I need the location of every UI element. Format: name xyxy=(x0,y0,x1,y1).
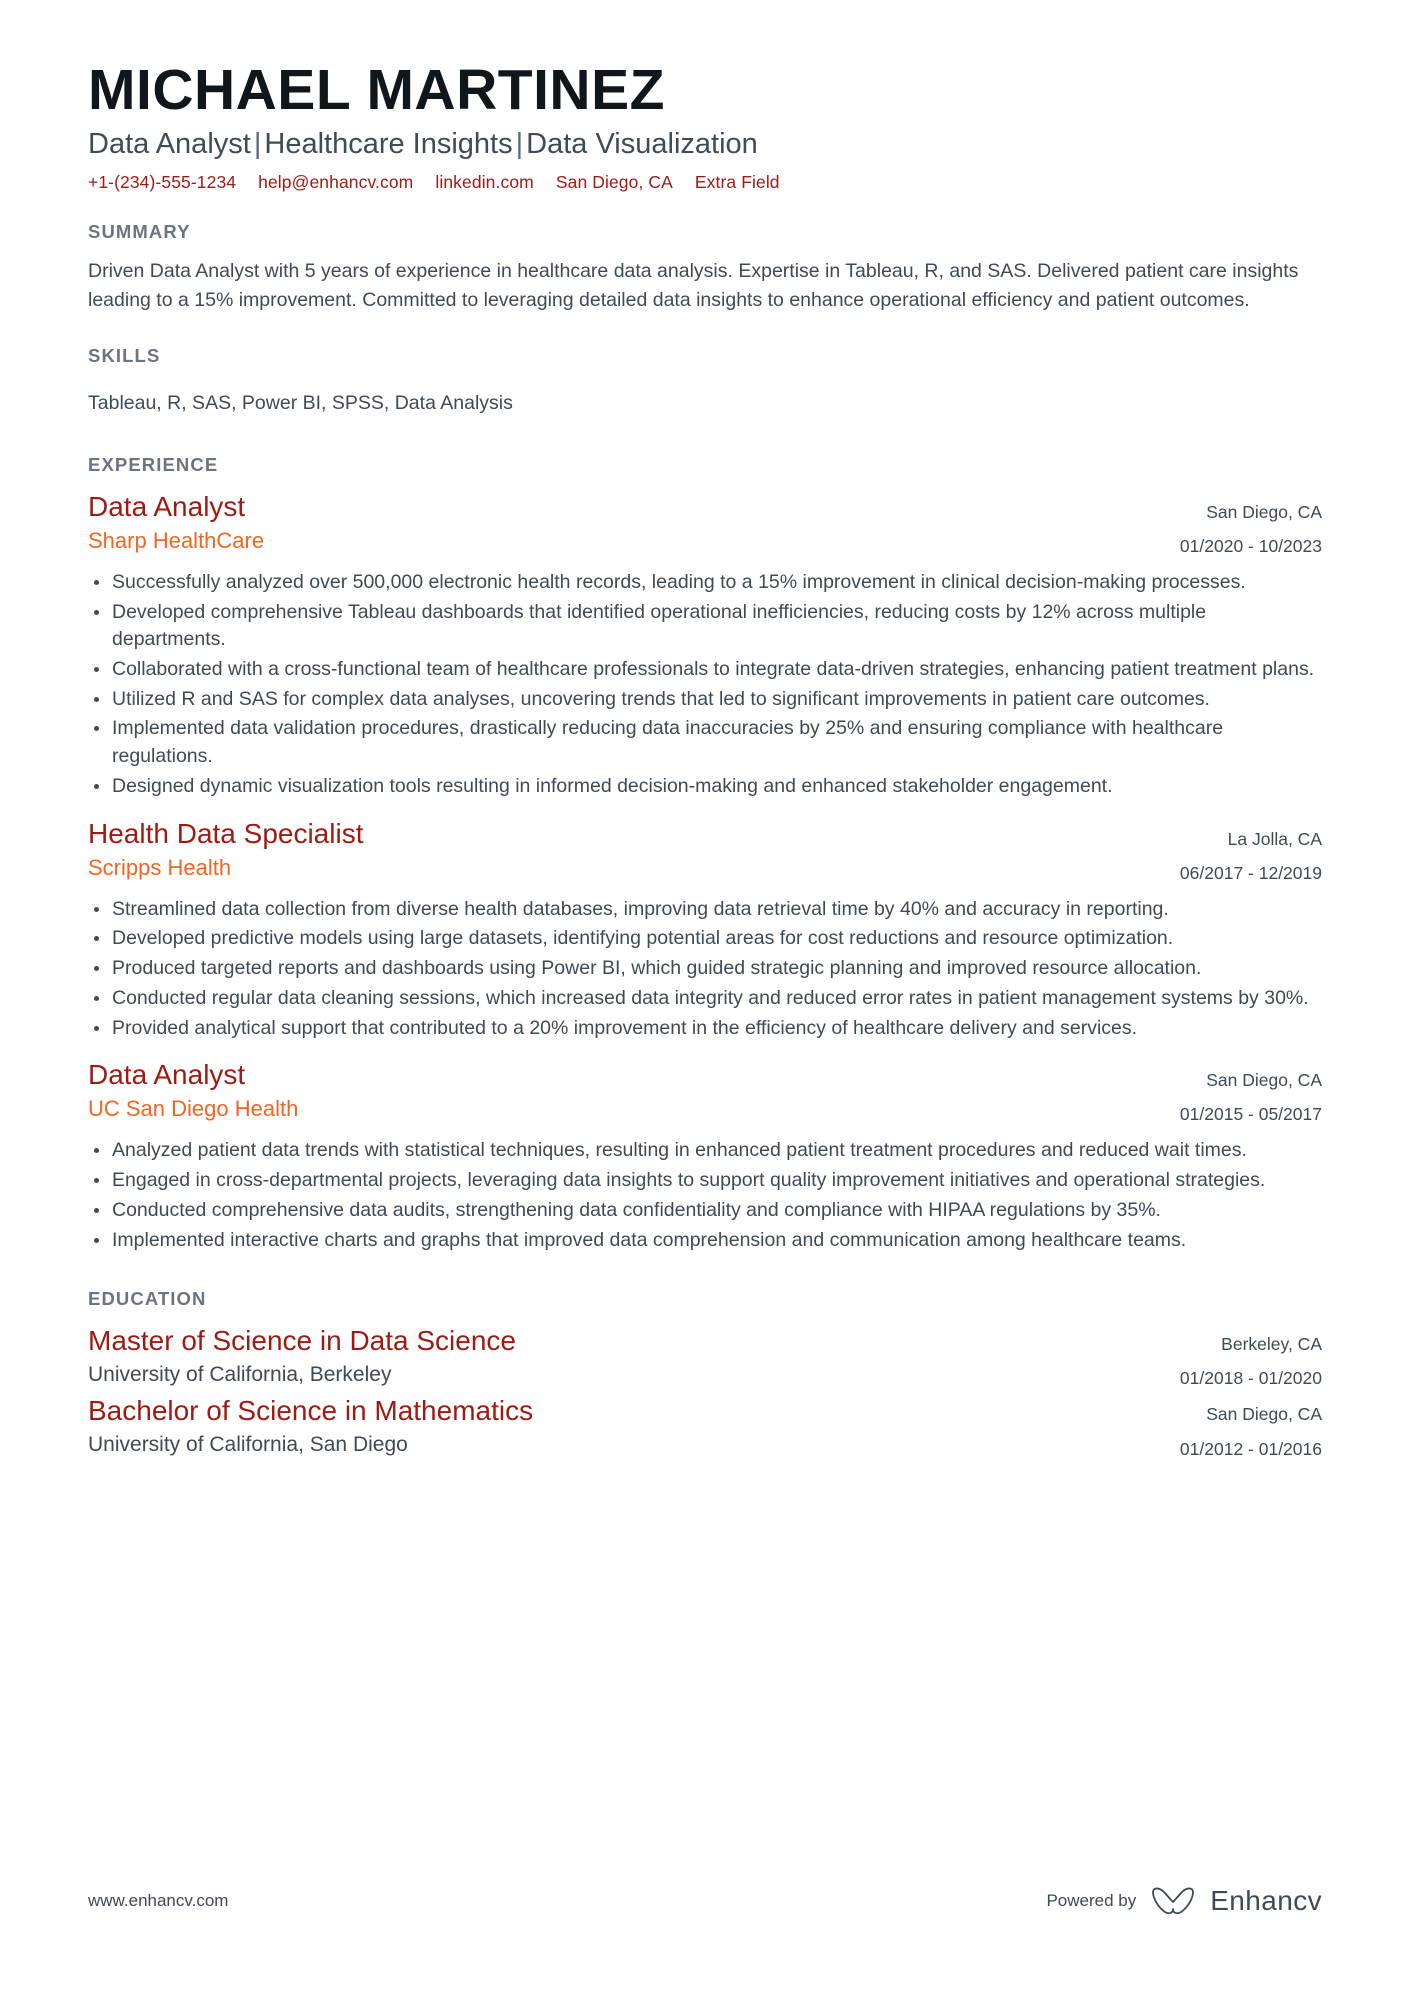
job-bullets: Successfully analyzed over 500,000 elect… xyxy=(88,569,1322,801)
degree-title: Master of Science in Data Science xyxy=(88,1325,516,1357)
job-bullet: Conducted regular data cleaning sessions… xyxy=(88,985,1322,1013)
headline-part-0: Data Analyst xyxy=(88,127,251,160)
education-entry-left: Bachelor of Science in Mathematics Unive… xyxy=(88,1394,1160,1458)
education-entry-left: Master of Science in Data Science Univer… xyxy=(88,1324,1160,1388)
summary-text: Driven Data Analyst with 5 years of expe… xyxy=(88,259,1299,311)
footer-website-url[interactable]: www.enhancv.com xyxy=(88,1891,228,1911)
education-entry-header: Master of Science in Data Science Univer… xyxy=(88,1324,1322,1392)
education-entry-right: Berkeley, CA 01/2018 - 01/2020 xyxy=(1160,1324,1322,1392)
school-dates: 01/2012 - 01/2016 xyxy=(1179,1438,1322,1459)
job-bullets: Analyzed patient data trends with statis… xyxy=(88,1137,1322,1254)
experience-section: EXPERIENCE Data Analyst Sharp HealthCare… xyxy=(88,454,1322,1254)
experience-entry: Data Analyst UC San Diego Health San Die… xyxy=(88,1058,1322,1254)
summary-section: SUMMARY Driven Data Analyst with 5 years… xyxy=(88,221,1322,315)
job-bullet: Engaged in cross-departmental projects, … xyxy=(88,1167,1322,1195)
school-location: San Diego, CA xyxy=(1206,1404,1322,1425)
experience-entry-left: Data Analyst UC San Diego Health xyxy=(88,1058,1160,1122)
job-location: San Diego, CA xyxy=(1206,501,1322,522)
job-dates: 01/2015 - 05/2017 xyxy=(1179,1104,1322,1125)
headline-separator: | xyxy=(515,127,524,160)
headline-part-1: Healthcare Insights xyxy=(264,127,513,160)
experience-entry-header: Health Data Specialist Scripps Health La… xyxy=(88,817,1322,887)
candidate-name: MICHAEL MARTINEZ xyxy=(88,58,665,122)
job-bullet: Streamlined data collection from diverse… xyxy=(88,896,1322,924)
brand-name: Enhancv xyxy=(1210,1885,1322,1916)
contact-linkedin[interactable]: linkedin.com xyxy=(435,172,533,193)
education-entries: Master of Science in Data Science Univer… xyxy=(88,1324,1322,1463)
school-name: University of California, San Diego xyxy=(88,1433,408,1457)
resume-header: MICHAEL MARTINEZ Data Analyst | Healthcare… xyxy=(88,58,1322,193)
job-bullet: Collaborated with a cross-functional tea… xyxy=(88,656,1322,684)
job-title: Data Analyst xyxy=(88,490,246,522)
school-name: University of California, Berkeley xyxy=(88,1363,392,1387)
experience-heading: EXPERIENCE xyxy=(88,453,219,475)
job-bullet: Developed predictive models using large … xyxy=(88,925,1322,953)
education-entry: Master of Science in Data Science Univer… xyxy=(88,1324,1322,1392)
job-bullets: Streamlined data collection from diverse… xyxy=(88,896,1322,1042)
experience-entries: Data Analyst Sharp HealthCare San Diego,… xyxy=(88,490,1322,1254)
job-bullet: Implemented data validation procedures, … xyxy=(88,715,1322,770)
contact-extra-field: Extra Field xyxy=(694,171,780,192)
experience-entry-left: Data Analyst Sharp HealthCare xyxy=(88,490,1160,554)
school-dates: 01/2018 - 01/2020 xyxy=(1179,1368,1322,1389)
school-location: Berkeley, CA xyxy=(1221,1334,1322,1355)
job-bullet: Conducted comprehensive data audits, str… xyxy=(88,1197,1322,1225)
powered-by-label: Powered by xyxy=(1046,1891,1137,1910)
education-entry: Bachelor of Science in Mathematics Unive… xyxy=(88,1394,1322,1462)
skills-heading: SKILLS xyxy=(88,344,161,366)
job-company: Sharp HealthCare xyxy=(88,527,265,553)
headline-part-2: Data Visualization xyxy=(526,127,758,160)
skills-section: SKILLS Tableau, R, SAS, Power BI, SPSS, … xyxy=(88,345,1322,418)
job-bullet: Designed dynamic visualization tools res… xyxy=(88,773,1322,801)
headline-separator: | xyxy=(253,127,262,160)
skills-text: Tableau, R, SAS, Power BI, SPSS, Data An… xyxy=(88,391,513,414)
job-bullet: Implemented interactive charts and graph… xyxy=(88,1227,1322,1255)
experience-entry-left: Health Data Specialist Scripps Health xyxy=(88,817,1160,881)
experience-entry-right: San Diego, CA 01/2020 - 10/2023 xyxy=(1160,490,1322,560)
education-heading: EDUCATION xyxy=(88,1288,207,1310)
enhancv-logo-icon xyxy=(1150,1886,1196,1916)
job-dates: 01/2020 - 10/2023 xyxy=(1179,535,1322,556)
job-bullet: Provided analytical support that contrib… xyxy=(88,1015,1322,1043)
job-location: San Diego, CA xyxy=(1206,1070,1322,1091)
experience-entry: Health Data Specialist Scripps Health La… xyxy=(88,817,1322,1043)
candidate-headline: Data Analyst | Healthcare Insights | Data Vi… xyxy=(88,126,1322,162)
job-bullet: Analyzed patient data trends with statis… xyxy=(88,1137,1322,1165)
page-footer: www.enhancv.com Powered by Enhancv xyxy=(88,1885,1322,1917)
job-bullet: Developed comprehensive Tableau dashboar… xyxy=(88,599,1322,654)
education-entry-header: Bachelor of Science in Mathematics Unive… xyxy=(88,1394,1322,1462)
footer-brand: Powered by Enhancv xyxy=(1046,1885,1322,1917)
experience-entry-right: La Jolla, CA 06/2017 - 12/2019 xyxy=(1160,817,1322,887)
experience-entry-header: Data Analyst Sharp HealthCare San Diego,… xyxy=(88,490,1322,560)
contact-phone[interactable]: +1-(234)-555-1234 xyxy=(88,172,236,193)
job-title: Data Analyst xyxy=(88,1059,246,1091)
education-section: EDUCATION Master of Science in Data Scie… xyxy=(88,1288,1322,1463)
job-company: Scripps Health xyxy=(88,854,232,880)
summary-heading: SUMMARY xyxy=(88,220,191,242)
degree-title: Bachelor of Science in Mathematics xyxy=(88,1395,534,1427)
resume-page: MICHAEL MARTINEZ Data Analyst | Healthcare… xyxy=(0,0,1410,1995)
job-company: UC San Diego Health xyxy=(88,1096,299,1122)
education-entry-right: San Diego, CA 01/2012 - 01/2016 xyxy=(1160,1394,1322,1462)
job-dates: 06/2017 - 12/2019 xyxy=(1179,862,1322,883)
experience-entry-header: Data Analyst UC San Diego Health San Die… xyxy=(88,1058,1322,1128)
contact-location: San Diego, CA xyxy=(555,171,673,192)
contact-email[interactable]: help@enhancv.com xyxy=(258,172,413,193)
job-location: La Jolla, CA xyxy=(1227,828,1322,849)
experience-entry: Data Analyst Sharp HealthCare San Diego,… xyxy=(88,490,1322,801)
experience-entry-right: San Diego, CA 01/2015 - 05/2017 xyxy=(1160,1058,1322,1128)
job-bullet: Produced targeted reports and dashboards… xyxy=(88,955,1322,983)
job-title: Health Data Specialist xyxy=(88,817,364,849)
contact-list: +1-(234)-555-1234 help@enhancv.com linke… xyxy=(88,172,1322,193)
job-bullet: Utilized R and SAS for complex data anal… xyxy=(88,686,1322,714)
job-bullet: Successfully analyzed over 500,000 elect… xyxy=(88,569,1322,597)
